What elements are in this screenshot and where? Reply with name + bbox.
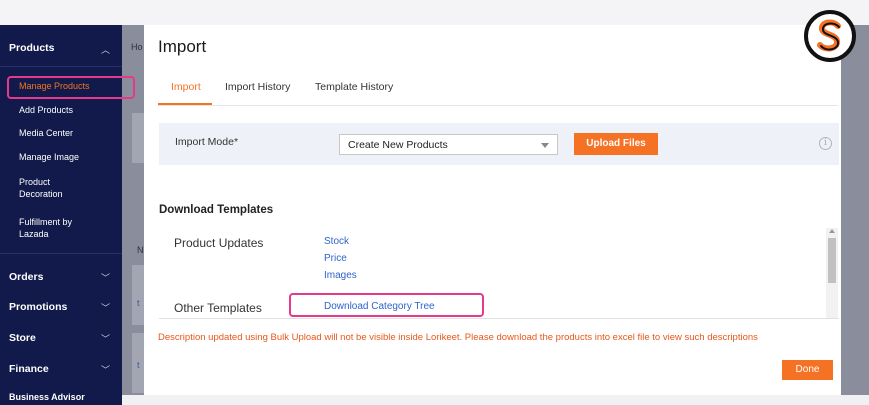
scroll-up-icon[interactable] <box>829 229 835 233</box>
chevron-down-icon[interactable]: ﹀ <box>101 363 110 376</box>
tab-import[interactable]: Import <box>171 81 201 93</box>
sidebar-item-media-center[interactable]: Media Center <box>19 127 73 139</box>
import-modal: Import Import Import History Template Hi… <box>144 25 841 395</box>
download-templates-title: Download Templates <box>159 204 274 216</box>
scrollbar-thumb[interactable] <box>828 238 836 283</box>
sidebar-item-product-decoration[interactable]: Product Decoration <box>19 176 89 200</box>
import-mode-row: Import Mode* Create New Products Upload … <box>159 123 839 165</box>
background-text-fragment: t <box>137 360 140 370</box>
highlight-box <box>7 76 135 99</box>
sidebar-section-orders[interactable]: Orders <box>9 271 43 283</box>
import-mode-label: Import Mode* <box>175 136 239 148</box>
top-background-band <box>0 0 869 25</box>
chevron-up-icon[interactable]: ︿ <box>101 43 110 56</box>
sidebar-divider <box>0 253 122 254</box>
stock-template-link[interactable]: Stock <box>324 236 349 247</box>
done-button[interactable]: Done <box>782 360 833 380</box>
info-icon[interactable]: i <box>819 137 832 150</box>
tab-template-history[interactable]: Template History <box>315 81 393 93</box>
import-mode-selected-value: Create New Products <box>348 139 448 151</box>
tabs-divider <box>158 105 838 106</box>
chevron-down-icon[interactable]: ﹀ <box>101 301 110 314</box>
bottom-background-band <box>0 395 869 405</box>
bulk-upload-notice: Description updated using Bulk Upload wi… <box>158 332 758 343</box>
upload-files-button[interactable]: Upload Files <box>574 133 658 155</box>
templates-scrollbar[interactable] <box>826 228 838 318</box>
highlight-box <box>289 293 484 317</box>
sidebar-section-products[interactable]: Products <box>9 42 55 54</box>
breadcrumb-fragment: Ho <box>131 42 143 52</box>
product-updates-label: Product Updates <box>174 236 264 250</box>
price-template-link[interactable]: Price <box>324 253 347 264</box>
background-card <box>132 265 144 325</box>
background-text-fragment: t <box>137 298 140 308</box>
sidebar-item-add-products[interactable]: Add Products <box>19 104 73 116</box>
sidebar-section-promotions[interactable]: Promotions <box>9 301 67 313</box>
background-text-fragment: N <box>137 245 144 255</box>
images-template-link[interactable]: Images <box>324 270 357 281</box>
background-card <box>132 113 144 163</box>
caret-down-icon <box>541 143 549 148</box>
chevron-down-icon[interactable]: ﹀ <box>101 271 110 284</box>
chevron-down-icon[interactable]: ﹀ <box>101 332 110 345</box>
import-mode-select[interactable]: Create New Products <box>339 134 558 155</box>
sidebar-section-business-advisor[interactable]: Business Advisor <box>9 392 85 402</box>
sidebar-section-store[interactable]: Store <box>9 332 36 344</box>
other-templates-label: Other Templates <box>174 301 262 315</box>
sidebar-section-finance[interactable]: Finance <box>9 363 49 375</box>
modal-title: Import <box>158 37 207 56</box>
sidebar-item-fulfillment-by-lazada[interactable]: Fulfillment by Lazada <box>19 216 99 240</box>
s-logo-icon <box>803 9 857 63</box>
sidebar-divider <box>0 66 122 67</box>
templates-divider <box>159 318 839 319</box>
tab-import-history[interactable]: Import History <box>225 81 290 93</box>
sidebar-item-manage-image[interactable]: Manage Image <box>19 151 79 163</box>
